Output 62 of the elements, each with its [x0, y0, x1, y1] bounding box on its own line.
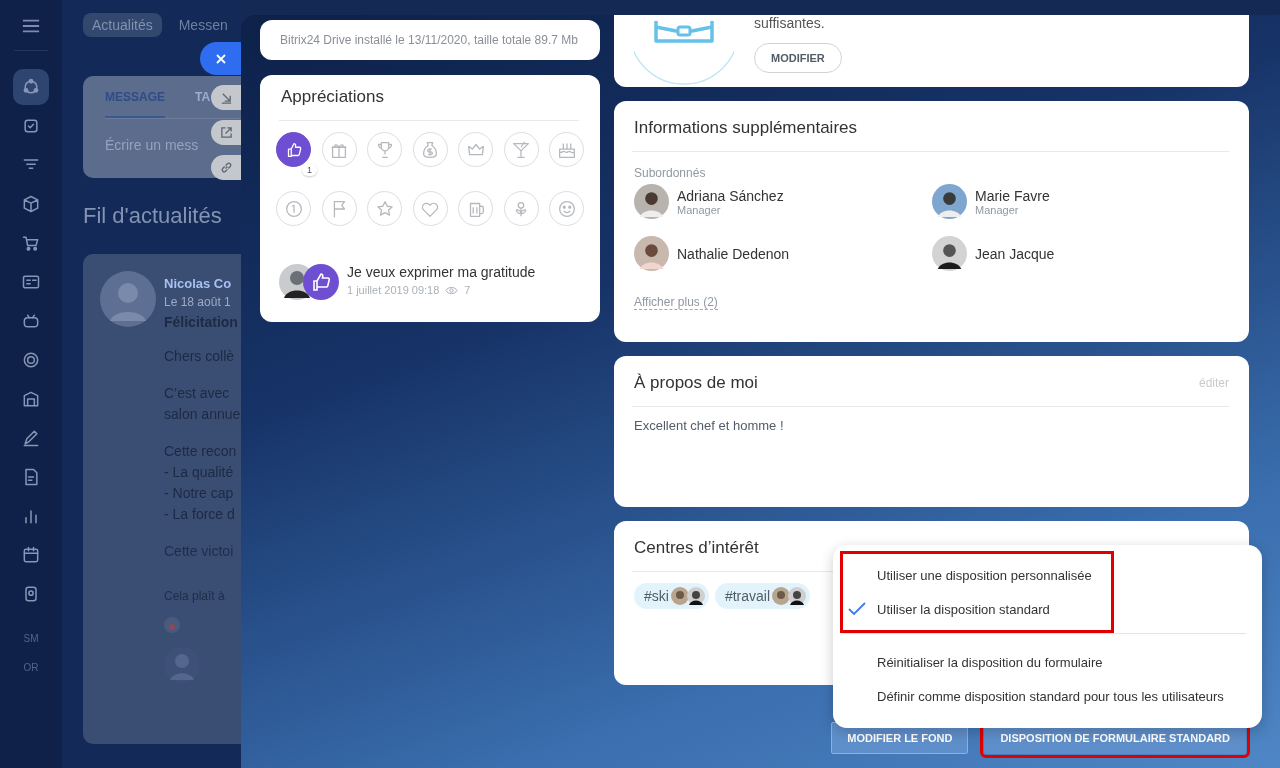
avatar	[100, 271, 156, 327]
interest-tag[interactable]: #ski	[634, 583, 709, 609]
minimize-button[interactable]	[211, 85, 241, 110]
warehouse-icon	[21, 389, 41, 409]
person-name[interactable]: Nathalie Dedenon	[677, 245, 790, 262]
count-badge: 1	[302, 164, 317, 176]
thumbs-up-icon	[303, 264, 339, 300]
interest-tag[interactable]: #travail	[714, 583, 811, 609]
cube-icon	[21, 194, 41, 214]
card-title: À propos de moi	[634, 373, 758, 393]
reaction-icon	[164, 617, 180, 633]
cart-icon	[21, 233, 41, 253]
person-name[interactable]: Adriana Sánchez	[677, 187, 784, 204]
message-field[interactable]: Écrire un mess	[105, 137, 201, 153]
avatar	[670, 587, 705, 605]
avatar	[772, 587, 807, 605]
drive-info: Bitrix24 Drive installé le 13/11/2020, taille totale 89.7 Mb	[260, 20, 600, 60]
external-link-icon	[219, 126, 233, 139]
person-name[interactable]: Jean Jacque	[975, 245, 1055, 262]
target-icon	[21, 350, 41, 370]
tag-label: #travail	[724, 588, 771, 604]
person-name[interactable]: Marie Favre	[975, 187, 1050, 204]
avatar	[634, 184, 669, 219]
menu-item[interactable]: Utiliser une disposition personnalisée	[843, 558, 1111, 592]
open-new-window-button[interactable]	[211, 120, 241, 145]
close-button[interactable]	[200, 42, 241, 75]
modify-button[interactable]: MODIFIER	[754, 43, 842, 73]
feed-title: Fil d'actualités	[83, 203, 223, 229]
menu-item[interactable]: Définir comme disposition standard pour tous les utilisateurs	[843, 679, 1247, 713]
link-icon	[219, 161, 233, 174]
appreciation-badge[interactable]	[276, 132, 311, 167]
sidebar-item[interactable]	[13, 69, 49, 105]
eye-icon	[445, 285, 459, 295]
section-label: Subordonnés	[634, 166, 707, 180]
person-role: Manager	[677, 203, 722, 216]
id-card-icon	[21, 272, 41, 292]
arrow-icon	[219, 91, 233, 104]
post-date: Le 18 août 1	[164, 295, 232, 309]
entry-title[interactable]: Je veux exprimer ma gratitude	[347, 264, 536, 280]
card-title: Centres d’intérêt	[634, 538, 760, 558]
author-link[interactable]: Nicolas Co	[164, 276, 241, 291]
person-role: Manager	[975, 203, 1020, 216]
pencil-icon	[21, 428, 41, 448]
tag-label: #ski	[644, 588, 669, 604]
avatar	[634, 236, 669, 271]
entry-date: 1 juillet 2019 09:18	[347, 284, 440, 296]
link-button[interactable]	[211, 155, 241, 180]
show-more-link[interactable]: Afficher plus (2)	[634, 295, 718, 310]
about-text: Excellent chef et homme !	[634, 418, 785, 433]
body-text: suffisantes.	[754, 15, 825, 31]
close-icon	[214, 52, 227, 65]
avatar	[932, 184, 967, 219]
view-count: 7	[464, 284, 471, 296]
checkbox-icon	[21, 116, 41, 136]
card-title: Appréciations	[281, 87, 385, 107]
calendar-icon	[21, 545, 41, 565]
menu-icon[interactable]	[22, 19, 40, 33]
avatar	[932, 236, 967, 271]
menu-item[interactable]: Réinitialiser la disposition du formulaire	[843, 645, 1247, 679]
nav-tab[interactable]: Messen	[169, 13, 237, 37]
menu-item[interactable]: Utiliser la disposition standard	[843, 592, 1111, 626]
card-title: Informations supplémentaires	[634, 118, 858, 138]
